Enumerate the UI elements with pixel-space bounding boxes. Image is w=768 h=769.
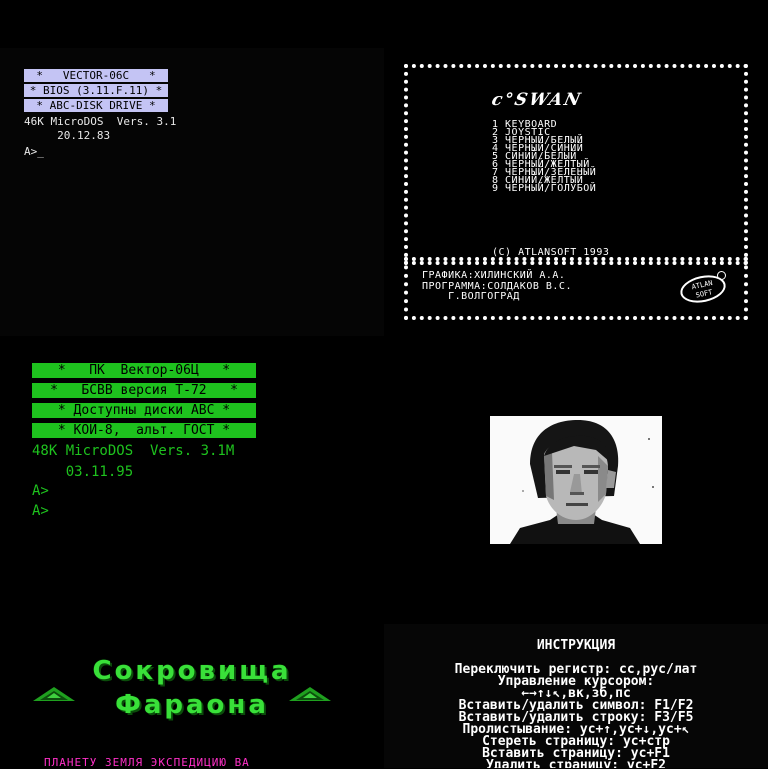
- vector-green-bios-screen: * ПК Вектор-06Ц * * БСВВ версия Т-72 * *…: [0, 352, 384, 552]
- pharaoh-game-screen: Сокровища Фараона ПЛАНЕТУ ЗЕМЛЯ ЭКСПЕДИЦ…: [0, 632, 384, 769]
- badge-dot-icon: [717, 271, 726, 280]
- pyramid-icon: [33, 687, 75, 701]
- swan-logo: c°SWAN: [489, 90, 585, 110]
- pyramid-icon: [289, 687, 331, 701]
- instruction-line: Удалить страницу: ус+F2: [485, 758, 666, 768]
- command-prompt: A>: [32, 483, 49, 499]
- credit-line: Г.ВОЛГОГРАД: [422, 291, 520, 302]
- face-portrait: [490, 416, 662, 544]
- instructions-screen: ИНСТРУКЦИЯ Переключить регистр: сс,рус/л…: [384, 624, 768, 768]
- bios-banner-line: * Доступны диски АВС *: [32, 403, 256, 418]
- scrolling-ticker: ПЛАНЕТУ ЗЕМЛЯ ЭКСПЕДИЦИЮ ВА: [44, 756, 250, 769]
- dos-version-line: 46K MicroDOS Vers. 3.1: [24, 115, 177, 128]
- dos-version-line: 48K MicroDOS Vers. 3.1M: [32, 443, 235, 459]
- menu-item[interactable]: 9 ЧЕРНЫЙ/ГОЛУБОЙ: [492, 184, 596, 194]
- credit-line: ГРАФИКА:ХИЛИНСКИЙ А.А.: [422, 270, 566, 281]
- bios-banner-line: * VECTOR-06C *: [24, 69, 168, 82]
- vector-bios-screen: * VECTOR-06C * * BIOS (3.11.F.11) * * AB…: [0, 48, 384, 336]
- bios-banner-line: * КОИ-8, альт. ГОСТ *: [32, 423, 256, 438]
- bios-banner-line: * БСВВ версия Т-72 *: [32, 383, 256, 398]
- copyright-line: (C) ATLANSOFT 1993: [492, 247, 610, 258]
- instructions-title: ИНСТРУКЦИЯ: [536, 638, 616, 653]
- command-prompt[interactable]: A>_: [24, 145, 44, 158]
- game-title: Сокровища: [92, 656, 292, 686]
- portrait-image: [490, 416, 662, 544]
- bios-banner-line: * ABC-DISK DRIVE *: [24, 99, 168, 112]
- bios-banner-line: * ПК Вектор-06Ц *: [32, 363, 256, 378]
- credit-line: ПРОГРАММА:СОЛДАКОВ В.С.: [422, 281, 572, 292]
- command-prompt[interactable]: A>: [32, 502, 49, 520]
- swan-game-screen: c°SWAN 1 KEYBOARD 2 JOYSTIC 3 ЧЕРНЫЙ/БЕЛ…: [404, 64, 748, 320]
- dos-date-line: 20.12.83: [24, 129, 111, 142]
- bios-banner-line: * BIOS (3.11.F.11) *: [24, 84, 168, 97]
- dos-date-line: 03.11.95: [32, 464, 134, 480]
